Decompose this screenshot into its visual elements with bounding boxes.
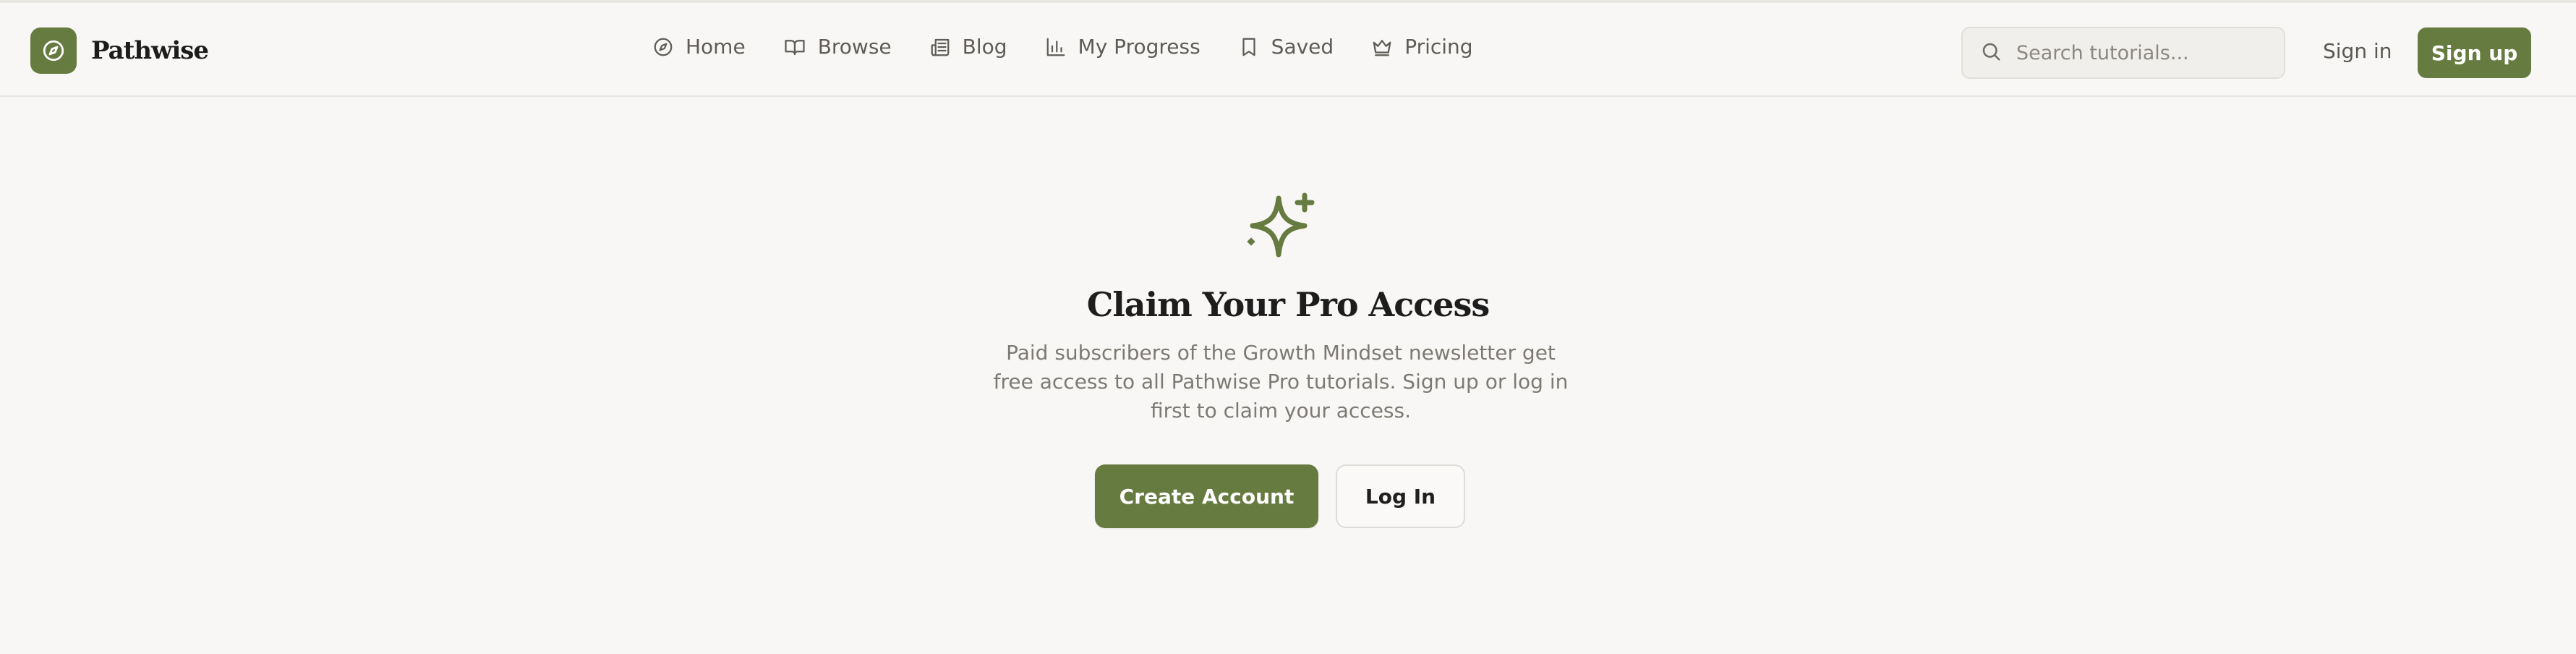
sparkle-icon [1242,190,1319,262]
nav-item-label: Home [686,35,746,59]
nav-item-label: Saved [1271,35,1334,59]
main-nav: Home Browse Blog My Progress Saved Prici… [652,35,1473,59]
compass-icon [652,36,674,58]
search-input[interactable] [2015,41,2275,65]
nav-item-pricing[interactable]: Pricing [1371,35,1473,59]
nav-item-home[interactable]: Home [652,35,746,59]
nav-item-browse[interactable]: Browse [783,35,892,59]
nav-item-saved[interactable]: Saved [1238,35,1334,59]
page-title: Claim Your Pro Access [1086,285,1490,324]
newspaper-icon [929,36,951,58]
page-description: Paid subscribers of the Growth Mindset n… [993,341,1569,422]
brand-name: Pathwise [91,36,209,65]
sign-up-button[interactable]: Sign up [2418,27,2531,78]
nav-item-label: Pricing [1404,35,1473,59]
brand-logo[interactable]: Pathwise [30,27,209,74]
nav-item-blog[interactable]: Blog [929,35,1007,59]
search-icon [1980,41,2002,65]
nav-item-my-progress[interactable]: My Progress [1045,35,1200,59]
compass-icon [30,27,77,74]
create-account-button[interactable]: Create Account [1095,464,1318,528]
top-navigation-bar: Pathwise Home Browse Blog My Progress Sa… [0,0,2576,97]
bookmark-icon [1238,36,1260,58]
log-in-button[interactable]: Log In [1336,464,1465,528]
crown-icon [1371,36,1393,58]
sign-in-link[interactable]: Sign in [2323,39,2392,63]
nav-item-label: Browse [817,35,892,59]
search-box[interactable] [1961,27,2285,79]
book-open-icon [783,36,806,58]
nav-item-label: My Progress [1078,35,1200,59]
nav-item-label: Blog [962,35,1007,59]
bar-chart-icon [1045,36,1067,58]
